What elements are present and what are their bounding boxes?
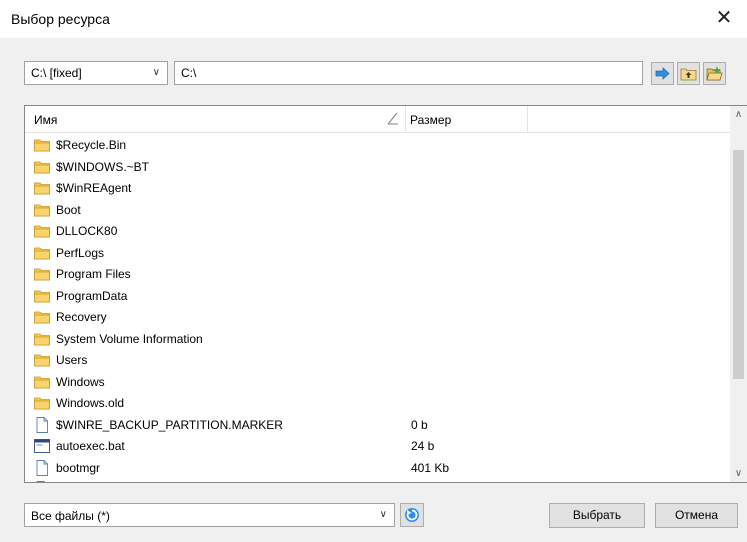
list-item-name: $WINRE_BACKUP_PARTITION.MARKER: [56, 417, 283, 432]
folder-icon: [34, 202, 50, 218]
list-item-name: Windows.old: [56, 396, 125, 410]
batch-file-icon: [34, 438, 50, 454]
list-item[interactable]: Program Files: [25, 263, 720, 285]
folder-icon: [34, 180, 50, 196]
list-item[interactable]: Windows.old: [25, 392, 720, 414]
list-item[interactable]: Windows: [25, 371, 720, 393]
window-title: Выбор ресурса: [11, 11, 110, 27]
sort-icon: [387, 112, 398, 125]
close-button[interactable]: ✕: [701, 0, 747, 38]
go-icon: [655, 67, 670, 80]
list-item[interactable]: $WINDOWS.~BT: [25, 156, 720, 178]
drive-select[interactable]: C:\ [fixed] ∨: [24, 61, 168, 85]
list-rows: $Recycle.Bin $WINDOWS.~BT $WinREAgent Boot D…: [25, 134, 720, 483]
list-item[interactable]: autoexec.bat 24 b: [25, 435, 720, 457]
list-item-name: ProgramData: [56, 288, 128, 303]
folder-icon: [34, 223, 50, 239]
list-item-name: Program Files: [56, 267, 131, 281]
list-header: Имя Размер: [25, 106, 747, 133]
list-item-name: System Volume Information: [56, 331, 203, 346]
list-item-name: autoexec.bat: [56, 439, 125, 453]
folder-icon: [34, 352, 50, 368]
folder-icon: [34, 288, 50, 304]
list-item-name: Recovery: [56, 310, 107, 324]
select-button[interactable]: Выбрать: [549, 503, 645, 528]
go-button[interactable]: [651, 62, 674, 85]
column-header-size[interactable]: Размер: [405, 106, 528, 132]
up-folder-icon: [680, 68, 697, 81]
open-folder-button[interactable]: [703, 62, 726, 85]
file-type-filter-value: Все файлы (*): [31, 509, 110, 523]
column-header-name-label: Имя: [34, 113, 58, 127]
open-folder-icon: [706, 66, 723, 81]
cancel-button[interactable]: Отмена: [655, 503, 738, 528]
list-item-name: Boot: [56, 202, 81, 217]
chevron-down-icon: ∨: [152, 67, 160, 78]
list-item-size: 24 b: [411, 439, 435, 453]
list-item[interactable]: System Volume Information: [25, 328, 720, 350]
file-list[interactable]: Имя Размер $Recycle.Bin $WINDOWS.~BT $WinR…: [24, 105, 747, 483]
refresh-button[interactable]: [400, 503, 424, 527]
up-folder-button[interactable]: [677, 62, 700, 85]
folder-icon: [34, 331, 50, 347]
list-item[interactable]: DLLOCK80: [25, 220, 720, 242]
column-header-size-label: Размер: [410, 113, 452, 127]
list-item[interactable]: Users: [25, 349, 720, 371]
drive-select-value: C:\ [fixed]: [31, 66, 82, 80]
file-icon: [34, 459, 50, 476]
list-item[interactable]: BOOTNXT 1 b: [25, 478, 720, 483]
file-icon: [34, 416, 50, 433]
list-item-size: 0 b: [411, 417, 428, 432]
list-item[interactable]: ProgramData: [25, 285, 720, 307]
list-item-name: bootmgr: [56, 460, 101, 475]
list-item-name: $WinREAgent: [56, 181, 132, 195]
vertical-scrollbar[interactable]: ∧ ∨: [730, 106, 747, 482]
list-item-name: BOOTNXT: [56, 482, 114, 483]
scrollbar-thumb[interactable]: [733, 150, 744, 379]
list-item-name: Users: [56, 353, 88, 367]
list-item[interactable]: PerfLogs: [25, 242, 720, 264]
list-item-size: 401 Kb: [411, 460, 450, 475]
folder-icon: [34, 245, 50, 261]
refresh-icon: [405, 508, 419, 522]
title-bar: Выбор ресурса ✕: [0, 0, 747, 38]
list-item[interactable]: Boot: [25, 199, 720, 221]
folder-icon: [34, 159, 50, 175]
list-item-name: $WINDOWS.~BT: [56, 159, 150, 174]
list-item[interactable]: $WinREAgent: [25, 177, 720, 199]
folder-icon: [34, 137, 50, 153]
list-item[interactable]: bootmgr 401 Kb: [25, 457, 720, 479]
chevron-down-icon: ∨: [379, 509, 387, 520]
folder-icon: [34, 266, 50, 282]
folder-icon: [34, 374, 50, 390]
list-item[interactable]: Recovery: [25, 306, 720, 328]
list-item-name: PerfLogs: [56, 245, 105, 260]
list-item-name: $Recycle.Bin: [56, 138, 127, 152]
chevron-down-icon[interactable]: ∨: [730, 465, 747, 482]
list-item[interactable]: $WINRE_BACKUP_PARTITION.MARKER 0 b: [25, 414, 720, 436]
list-item-size: 1 b: [411, 482, 428, 483]
list-item-name: DLLOCK80: [56, 224, 118, 238]
folder-icon: [34, 395, 50, 411]
file-type-filter[interactable]: Все файлы (*) ∨: [24, 503, 395, 527]
column-header-name[interactable]: Имя: [25, 106, 406, 132]
list-item[interactable]: $Recycle.Bin: [25, 134, 720, 156]
list-item-name: Windows: [56, 374, 105, 389]
folder-icon: [34, 309, 50, 325]
chevron-up-icon[interactable]: ∧: [730, 106, 747, 123]
file-icon: [34, 481, 50, 482]
path-input[interactable]: C:\: [174, 61, 643, 85]
